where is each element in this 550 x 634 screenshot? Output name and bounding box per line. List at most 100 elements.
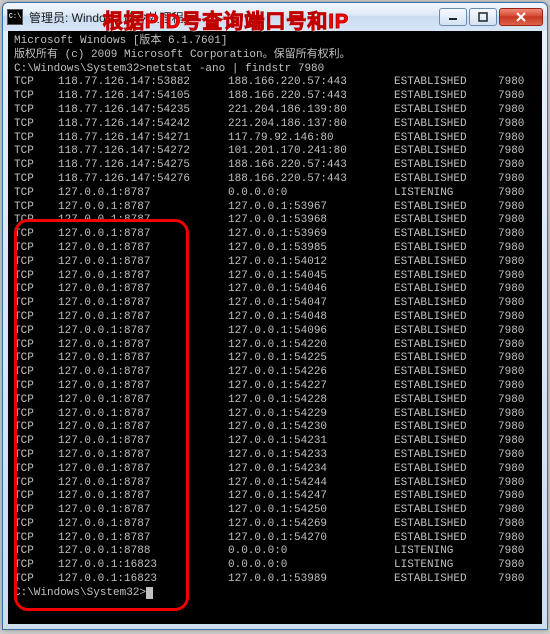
col-state: ESTABLISHED [394,421,498,435]
col-remote: 127.0.0.1:54231 [228,435,394,449]
col-local: 127.0.0.1:8787 [58,504,228,518]
col-local: 127.0.0.1:8787 [58,270,228,284]
col-remote: 117.79.92.146:80 [228,132,394,146]
col-state: ESTABLISHED [394,297,498,311]
col-state: ESTABLISHED [394,518,498,532]
col-local: 127.0.0.1:8787 [58,352,228,366]
close-icon [515,12,527,22]
col-pid: 7980 [498,408,538,422]
col-pid: 7980 [498,214,538,228]
col-proto: TCP [14,421,58,435]
col-proto: TCP [14,532,58,546]
cmd-window: C:\ 管理员: Windows 命令处理程序 根据PID号查询端口号和IP M… [2,2,548,630]
col-local: 127.0.0.1:8787 [58,256,228,270]
col-state: ESTABLISHED [394,532,498,546]
col-local: 127.0.0.1:8787 [58,490,228,504]
col-remote: 127.0.0.1:54047 [228,297,394,311]
netstat-row: TCP118.77.126.147:54275188.166.220.57:44… [14,159,536,173]
col-local: 118.77.126.147:54275 [58,159,228,173]
col-remote: 127.0.0.1:54048 [228,311,394,325]
col-remote: 127.0.0.1:54220 [228,339,394,353]
col-state: ESTABLISHED [394,449,498,463]
col-state: ESTABLISHED [394,408,498,422]
netstat-row: TCP127.0.0.1:8787127.0.0.1:54250ESTABLIS… [14,504,536,518]
col-local: 127.0.0.1:8787 [58,449,228,463]
col-pid: 7980 [498,242,538,256]
netstat-row: TCP127.0.0.1:8787127.0.0.1:54233ESTABLIS… [14,449,536,463]
prompt-line[interactable]: C:\Windows\System32> [14,587,536,601]
col-proto: TCP [14,201,58,215]
terminal-output[interactable]: Microsoft Windows [版本 6.1.7601]版权所有 (c) … [8,31,542,624]
col-state: LISTENING [394,559,498,573]
netstat-row: TCP118.77.126.147:54276188.166.220.57:44… [14,173,536,187]
col-remote: 127.0.0.1:54228 [228,394,394,408]
col-remote: 127.0.0.1:54269 [228,518,394,532]
col-state: ESTABLISHED [394,76,498,90]
close-button[interactable] [499,8,543,26]
col-remote: 127.0.0.1:53989 [228,573,394,587]
col-pid: 7980 [498,352,538,366]
col-local: 118.77.126.147:54272 [58,145,228,159]
col-proto: TCP [14,435,58,449]
header-line: Microsoft Windows [版本 6.1.7601] [14,35,536,49]
maximize-button[interactable] [469,8,497,26]
col-proto: TCP [14,518,58,532]
col-state: ESTABLISHED [394,325,498,339]
col-proto: TCP [14,380,58,394]
col-pid: 7980 [498,228,538,242]
col-proto: TCP [14,228,58,242]
col-local: 118.77.126.147:54276 [58,173,228,187]
col-state: ESTABLISHED [394,118,498,132]
col-pid: 7980 [498,518,538,532]
col-state: ESTABLISHED [394,214,498,228]
col-local: 127.0.0.1:8787 [58,532,228,546]
col-remote: 101.201.170.241:80 [228,145,394,159]
col-proto: TCP [14,145,58,159]
netstat-row: TCP118.77.126.147:54272101.201.170.241:8… [14,145,536,159]
col-pid: 7980 [498,201,538,215]
netstat-row: TCP127.0.0.1:8787127.0.0.1:54220ESTABLIS… [14,339,536,353]
col-proto: TCP [14,449,58,463]
col-proto: TCP [14,490,58,504]
col-proto: TCP [14,366,58,380]
netstat-row: TCP118.77.126.147:54105188.166.220.57:44… [14,90,536,104]
netstat-row: TCP127.0.0.1:16823127.0.0.1:53989ESTABLI… [14,573,536,587]
col-remote: 0.0.0.0:0 [228,187,394,201]
netstat-row: TCP127.0.0.1:87880.0.0.0:0LISTENING7980 [14,545,536,559]
col-pid: 7980 [498,435,538,449]
col-local: 127.0.0.1:8787 [58,242,228,256]
col-proto: TCP [14,463,58,477]
netstat-row: TCP118.77.126.147:53882188.166.220.57:44… [14,76,536,90]
col-state: ESTABLISHED [394,145,498,159]
netstat-row: TCP118.77.126.147:54271117.79.92.146:80E… [14,132,536,146]
col-local: 118.77.126.147:54105 [58,90,228,104]
col-pid: 7980 [498,270,538,284]
col-proto: TCP [14,242,58,256]
col-remote: 0.0.0.0:0 [228,559,394,573]
col-local: 127.0.0.1:8787 [58,408,228,422]
col-remote: 127.0.0.1:54046 [228,283,394,297]
col-remote: 127.0.0.1:54045 [228,270,394,284]
col-remote: 127.0.0.1:54250 [228,504,394,518]
netstat-row: TCP127.0.0.1:8787127.0.0.1:53967ESTABLIS… [14,201,536,215]
col-state: ESTABLISHED [394,228,498,242]
col-proto: TCP [14,504,58,518]
netstat-row: TCP127.0.0.1:8787127.0.0.1:54229ESTABLIS… [14,408,536,422]
col-remote: 127.0.0.1:54230 [228,421,394,435]
minimize-button[interactable] [439,8,467,26]
col-remote: 127.0.0.1:54226 [228,366,394,380]
col-remote: 127.0.0.1:53967 [228,201,394,215]
col-state: ESTABLISHED [394,490,498,504]
col-local: 127.0.0.1:8787 [58,518,228,532]
col-pid: 7980 [498,394,538,408]
col-pid: 7980 [498,504,538,518]
col-proto: TCP [14,408,58,422]
netstat-row: TCP127.0.0.1:8787127.0.0.1:54230ESTABLIS… [14,421,536,435]
netstat-row: TCP127.0.0.1:8787127.0.0.1:54231ESTABLIS… [14,435,536,449]
header-line: 版权所有 (c) 2009 Microsoft Corporation。保留所有… [14,49,536,63]
col-remote: 221.204.186.139:80 [228,104,394,118]
col-local: 127.0.0.1:16823 [58,559,228,573]
netstat-row: TCP127.0.0.1:8787127.0.0.1:54225ESTABLIS… [14,352,536,366]
col-pid: 7980 [498,159,538,173]
col-remote: 127.0.0.1:54247 [228,490,394,504]
